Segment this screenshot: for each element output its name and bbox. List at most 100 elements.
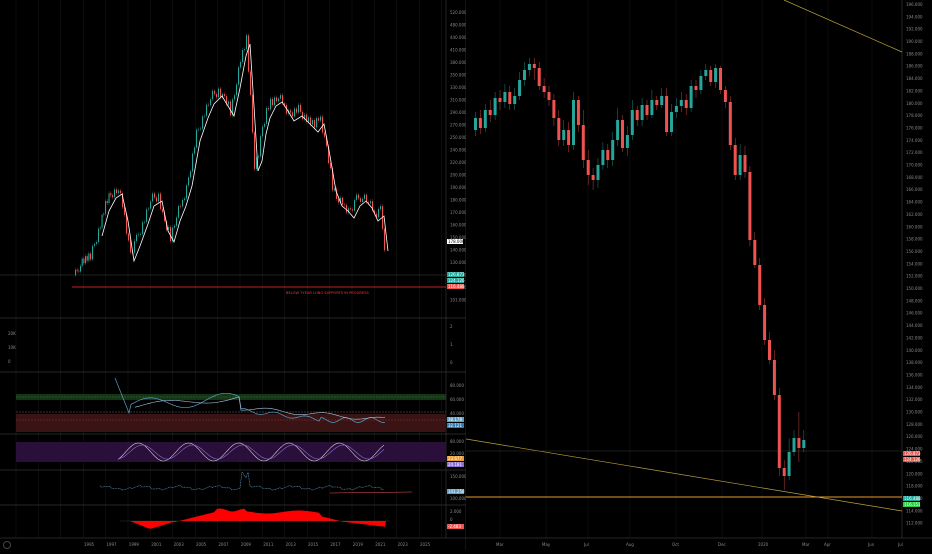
- candle: [128, 233, 130, 241]
- candle: [198, 129, 200, 130]
- rsi-badge-text: 32.121: [448, 423, 462, 428]
- price-axis-tick: 168.000: [906, 175, 923, 180]
- price-axis-tick: 180.000: [906, 101, 923, 106]
- upper-trendline[interactable]: [783, 0, 903, 53]
- lower-trendline[interactable]: [465, 438, 903, 512]
- price-axis-tick: 142.000: [906, 335, 923, 340]
- candle: [513, 96, 517, 104]
- candle: [719, 68, 722, 90]
- candle: [547, 92, 551, 100]
- candle: [364, 194, 366, 199]
- candle: [635, 110, 639, 120]
- time-axis-tick: Aug: [626, 542, 634, 547]
- price-axis-tick: 140.000: [450, 248, 466, 253]
- candle: [186, 185, 188, 199]
- candle: [264, 123, 266, 127]
- candle: [224, 94, 226, 97]
- price-axis-tick: 196.000: [906, 2, 923, 7]
- price-axis-tick: 136.000: [906, 372, 923, 377]
- candle: [105, 201, 107, 214]
- time-axis-tick: Jul: [583, 542, 589, 547]
- candle: [483, 110, 487, 128]
- candle: [370, 201, 372, 204]
- candle: [236, 84, 238, 96]
- stoch-band: [16, 442, 446, 462]
- short-term-daily-chart[interactable]: 196.000 194.000 192.000 190.000 188.000 186.0…: [465, 0, 932, 550]
- candle: [200, 128, 202, 130]
- price-axis-tick: 130.000: [906, 410, 923, 415]
- time-axis-tick: 2023: [398, 542, 409, 547]
- candle: [262, 126, 264, 137]
- price-axis-tick: 156.000: [906, 249, 923, 254]
- price-axis-tick: 170.000: [906, 163, 923, 168]
- candle: [704, 70, 708, 76]
- left-chart-panel[interactable]: BELOW 7YEAR LONG SUPPORTS IN PROGRESS 52…: [0, 0, 467, 550]
- candle: [216, 94, 218, 98]
- candle: [591, 175, 595, 180]
- candle: [665, 96, 669, 132]
- candle: [488, 110, 492, 115]
- candle: [114, 189, 116, 198]
- candle: [210, 99, 212, 106]
- time-axis-tick: 2019: [353, 542, 364, 547]
- candle: [380, 206, 382, 210]
- candle: [527, 64, 531, 70]
- oscillator-tick: 150.000: [450, 474, 466, 479]
- volume-tick: 10K: [8, 345, 16, 350]
- time-axis-tick: 2005: [196, 542, 207, 547]
- candle: [552, 100, 556, 118]
- candle: [272, 98, 274, 106]
- candle: [300, 104, 302, 112]
- long-term-weekly-chart[interactable]: BELOW 7YEAR LONG SUPPORTS IN PROGRESS 52…: [0, 0, 467, 550]
- candle: [112, 195, 114, 198]
- price-badge-text: 126.873: [904, 451, 921, 456]
- macd-histogram-area: [130, 508, 386, 529]
- candle: [202, 116, 204, 129]
- price-axis-tick: 190.000: [906, 39, 923, 44]
- settings-icon[interactable]: [3, 541, 11, 549]
- candle: [758, 265, 762, 305]
- time-axis-tick: 2003: [174, 542, 185, 547]
- candle: [75, 269, 77, 275]
- candle: [503, 92, 507, 102]
- candle: [101, 214, 103, 228]
- candle: [508, 92, 512, 104]
- rsi-badge-text: 38.178: [448, 417, 462, 422]
- candle: [562, 130, 566, 140]
- time-axis-tick: Mar: [496, 542, 504, 547]
- candle: [208, 104, 210, 106]
- price-badge-text: 124.126: [448, 278, 465, 283]
- candle: [670, 112, 673, 132]
- candle: [308, 117, 310, 122]
- candle: [106, 201, 108, 204]
- time-axis-tick: Dec: [718, 542, 726, 547]
- candle: [621, 120, 624, 148]
- candle: [194, 147, 196, 154]
- candle: [322, 116, 324, 133]
- candle: [352, 209, 354, 211]
- candle: [252, 94, 254, 133]
- candle: [523, 70, 526, 80]
- price-axis-tick: 520.000: [450, 10, 466, 15]
- price-axis-tick: 154.000: [906, 261, 923, 266]
- candle: [763, 305, 767, 340]
- price-axis-tick: 148.000: [906, 298, 923, 303]
- stoch-badge-text: 23.677: [448, 456, 462, 461]
- candle: [312, 120, 314, 125]
- right-chart-panel[interactable]: 196.000 194.000 192.000 190.000 188.000 186.0…: [465, 0, 932, 550]
- price-axis-tick: 130.000: [450, 260, 466, 265]
- candle: [572, 100, 575, 145]
- candle: [358, 194, 360, 199]
- price-axis-tick: 126.000: [906, 434, 923, 439]
- candle: [354, 200, 356, 211]
- candle: [280, 95, 282, 99]
- candle: [138, 234, 140, 236]
- candle: [640, 105, 644, 120]
- candle: [250, 71, 252, 95]
- candle: [346, 205, 348, 213]
- candle: [99, 227, 101, 229]
- candle: [270, 98, 272, 110]
- candle: [360, 198, 362, 202]
- price-axis-tick: 184.000: [906, 76, 923, 81]
- candle: [238, 67, 240, 85]
